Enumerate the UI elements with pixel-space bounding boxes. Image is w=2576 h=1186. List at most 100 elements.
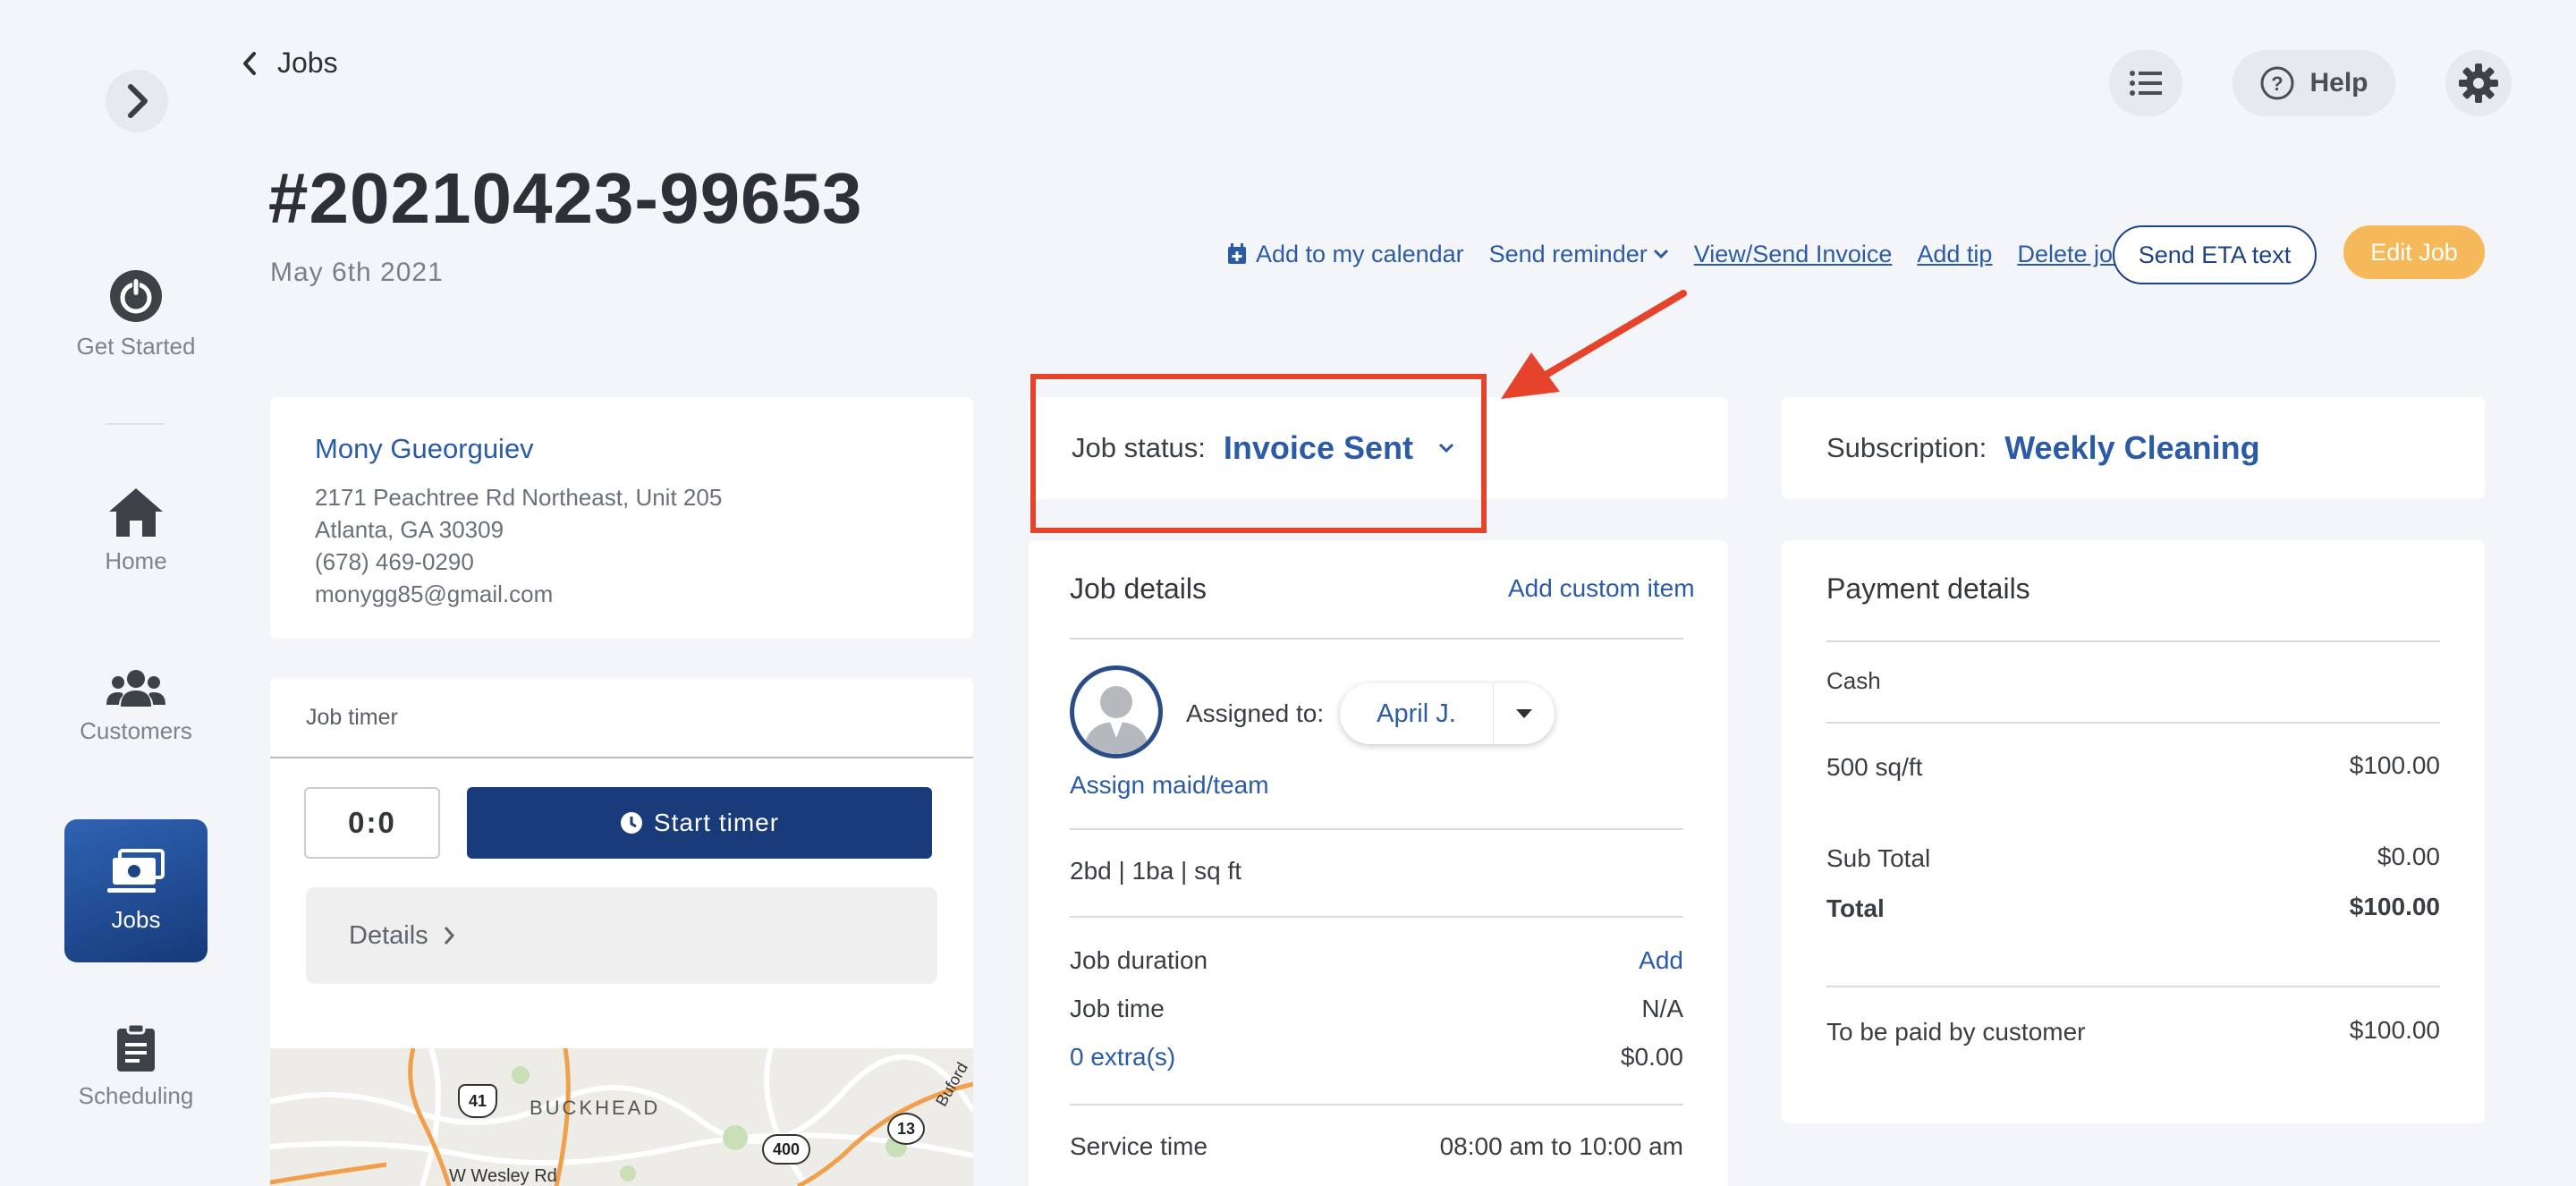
line-item-value: $100.00 [2349,751,2440,779]
edit-job-button[interactable]: Edit Job [2343,225,2485,279]
location-map[interactable]: 41 BUCKHEAD 400 13 W Wesley Rd Buford [270,1048,973,1186]
annotation-arrow-icon [1501,290,1687,399]
job-time-value: N/A [1641,995,1683,1022]
sidebar-item-label: Jobs [111,905,161,933]
chevron-right-icon [444,927,454,945]
payment-details-title: Payment details [1826,572,2030,605]
details-divider [1070,1104,1683,1106]
subtotal-value: $0.00 [2377,843,2440,870]
job-actions-bar: Add to my calendar Send reminder View/Se… [1227,225,2151,283]
start-timer-button[interactable]: Start timer [467,787,932,859]
highway-shield-13: 13 [887,1113,925,1145]
list-view-button[interactable] [2109,50,2182,116]
sidebar-toggle-button[interactable] [106,70,168,132]
assignee-avatar [1070,665,1163,758]
back-link[interactable]: Jobs [242,47,338,80]
subscription-link[interactable]: Weekly Cleaning [2004,429,2259,467]
subtotal-label: Sub Total [1826,844,1931,872]
delete-job-link[interactable]: Delete job [2017,241,2126,268]
svg-text:?: ? [2272,72,2284,95]
subscription-card: Subscription: Weekly Cleaning [1782,397,2485,499]
sidebar-item-scheduling[interactable]: Scheduling [64,1023,208,1110]
add-tip-link[interactable]: Add tip [1917,241,1992,268]
amount-due-label: To be paid by customer [1826,1018,2086,1046]
details-label: Details [349,920,428,950]
payment-divider [1826,722,2440,724]
gear-icon [2459,64,2498,103]
add-to-calendar-link[interactable]: Add to my calendar [1227,241,1464,268]
add-custom-item-link[interactable]: Add custom item [1508,574,1695,603]
assignee-name: April J. [1340,683,1494,744]
customer-name-link[interactable]: Mony Gueorguiev [315,433,928,465]
payment-divider [1826,640,2440,642]
line-item-label: 500 sq/ft [1826,753,1923,781]
total-label: Total [1826,894,1885,922]
caret-down-icon [1516,709,1532,718]
assign-maid-team-link[interactable]: Assign maid/team [1070,771,1269,800]
highway-shield-400: 400 [762,1134,810,1165]
home-icon [109,488,163,537]
power-icon [110,270,162,322]
sidebar-item-label: Customers [80,717,192,744]
payment-method: Cash [1826,667,1881,694]
add-to-calendar-label: Add to my calendar [1256,240,1464,267]
add-duration-link[interactable]: Add [1639,946,1683,975]
person-icon [1083,686,1149,754]
back-link-label: Jobs [277,47,338,79]
customer-phone: (678) 469-0290 [315,548,474,575]
assignee-select[interactable]: April J. [1340,683,1555,744]
view-send-invoice-link[interactable]: View/Send Invoice [1694,241,1893,268]
home-info: 2bd | 1ba | sq ft [1070,857,1242,885]
page-title: #20210423-99653 [268,158,863,238]
send-reminder-dropdown[interactable]: Send reminder [1489,241,1669,268]
job-duration-label: Job duration [1070,946,1208,974]
amount-due-value: $100.00 [2349,1016,2440,1044]
job-time-label: Job time [1070,995,1165,1022]
help-button-label: Help [2309,68,2368,97]
details-divider [1070,916,1683,918]
customer-card: Mony Gueorguiev 2171 Peachtree Rd Northe… [270,397,973,639]
highway-shield-41: 41 [458,1084,497,1118]
details-divider [1070,638,1683,640]
job-details-title: Job details [1070,572,1207,605]
annotation-highlight-box [1030,374,1487,533]
timer-divider [270,757,973,758]
assigned-to-label: Assigned to: [1186,699,1325,727]
service-time-label: Service time [1070,1132,1208,1160]
sidebar-item-customers[interactable]: Customers [64,669,208,745]
timer-display: 0:0 [304,787,440,859]
start-timer-label: Start timer [653,809,780,836]
total-value: $100.00 [2349,893,2440,920]
sidebar-item-jobs[interactable]: Jobs [64,819,208,962]
assignee-dropdown-toggle[interactable] [1494,709,1555,718]
details-toggle[interactable]: Details [306,887,937,984]
jobs-icon [107,848,165,893]
customer-address-line1: 2171 Peachtree Rd Northeast, Unit 205 [315,484,723,511]
settings-button[interactable] [2445,50,2512,116]
help-button[interactable]: ? Help [2233,50,2395,116]
sidebar-item-label: Scheduling [78,1082,194,1109]
calendar-plus-icon [1228,243,1246,264]
clock-icon [620,812,642,834]
sidebar-item-get-started[interactable]: Get Started [64,268,208,360]
extras-link[interactable]: 0 extra(s) [1070,1043,1175,1072]
sidebar-divider [106,423,165,425]
details-divider [1070,828,1683,830]
chevron-left-icon [243,51,256,75]
customer-email: monygg85@gmail.com [315,580,554,607]
job-date: May 6th 2021 [270,258,444,287]
sidebar-item-home[interactable]: Home [64,487,208,575]
sidebar-item-label: Home [105,547,167,574]
extras-value: $0.00 [1620,1043,1683,1071]
map-street-label: W Wesley Rd [449,1166,557,1186]
payment-divider [1826,986,2440,987]
clipboard-icon [117,1023,155,1072]
list-icon [2130,71,2162,96]
chevron-down-icon [1653,249,1668,259]
question-circle-icon: ? [2260,66,2294,100]
send-eta-text-button[interactable]: Send ETA text [2113,225,2317,284]
job-timer-title: Job timer [306,705,398,730]
send-reminder-label: Send reminder [1488,240,1648,267]
map-area-label: BUCKHEAD [530,1097,661,1119]
users-icon [106,670,165,707]
